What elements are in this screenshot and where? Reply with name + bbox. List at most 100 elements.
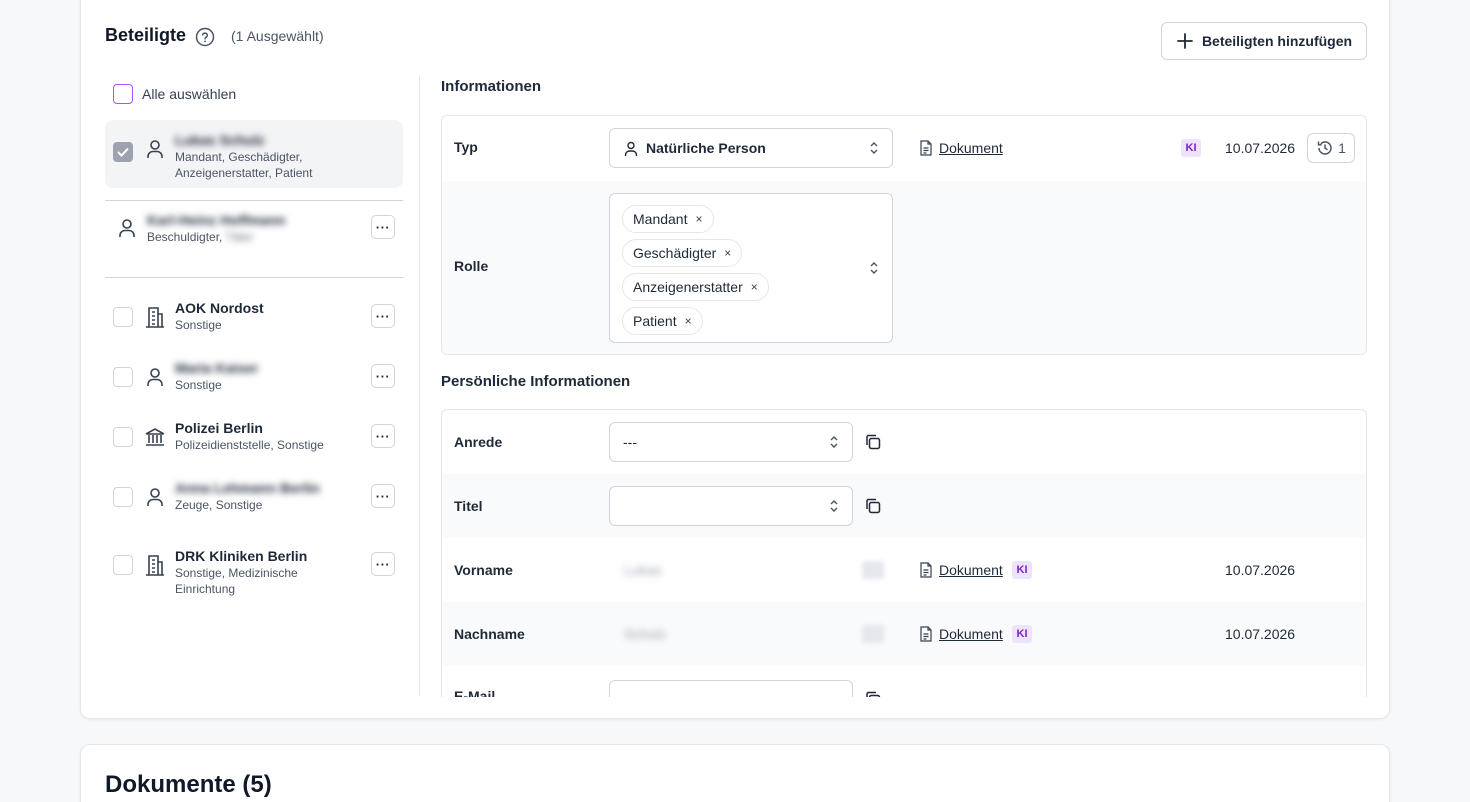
remove-chip-icon[interactable]: × (695, 212, 702, 226)
party-roles-blurred: Täter (225, 230, 254, 244)
nachname-value[interactable]: Schulz (624, 626, 666, 642)
list-divider (105, 277, 403, 278)
nachname-label: Nachname (454, 626, 525, 642)
rolle-multiselect[interactable]: Mandant × Geschädigter × Anzeigenerstatter… (609, 193, 893, 343)
party-item[interactable]: Anna Lehmann Berlin Zeuge, Sonstige ··· (105, 473, 403, 521)
role-chip-geschaedigter: Geschädigter × (622, 239, 743, 267)
history-count: 1 (1338, 140, 1346, 156)
titel-row: Titel (442, 474, 1366, 538)
person-icon (147, 488, 163, 506)
titel-label: Titel (454, 498, 483, 514)
party-checkbox[interactable] (113, 307, 133, 327)
vorname-value[interactable]: Lukas (624, 562, 661, 578)
add-participant-label: Beteiligten hinzufügen (1201, 33, 1353, 49)
vorname-date: 10.07.2026 (1225, 562, 1296, 578)
party-checkbox[interactable] (113, 487, 133, 507)
party-roles: Sonstige (175, 378, 222, 392)
ki-badge: KI (1181, 139, 1201, 157)
party-name: DRK Kliniken Berlin (175, 548, 308, 564)
nachname-date: 10.07.2026 (1225, 626, 1296, 642)
anrede-value: --- (623, 434, 637, 450)
vorname-row: Vorname Lukas Dokument KI 10.07.2026 (442, 538, 1366, 602)
document-icon (920, 562, 932, 578)
role-chip-patient: Patient × (622, 307, 703, 335)
role-chip-mandant: Mandant × (622, 205, 714, 233)
party-checkbox[interactable] (113, 367, 133, 387)
typ-label: Typ (454, 139, 478, 155)
anrede-label: Anrede (454, 434, 503, 450)
building-icon (146, 555, 164, 576)
person-icon (147, 140, 163, 158)
more-options-button[interactable]: ··· (371, 215, 395, 239)
party-item[interactable]: DRK Kliniken Berlin Sonstige, Medizinisc… (105, 533, 403, 596)
more-options-button[interactable]: ··· (371, 484, 395, 508)
document-icon (920, 626, 932, 642)
party-checkbox[interactable] (113, 427, 133, 447)
party-roles-2: Anzeigenerstatter, Patient (175, 166, 313, 180)
document-link[interactable]: Dokument (919, 562, 1003, 578)
building-icon (146, 307, 164, 328)
more-options-button[interactable]: ··· (371, 424, 395, 448)
party-name: Karl-Heinz Hoffmann (147, 212, 286, 228)
document-link[interactable]: Dokument (919, 626, 1003, 642)
typ-value: Natürliche Person (646, 140, 766, 156)
more-options-button[interactable]: ··· (371, 364, 395, 388)
typ-date: 10.07.2026 (1225, 140, 1296, 156)
chevron-updown-icon (830, 436, 838, 448)
history-icon (1317, 141, 1332, 155)
participants-card: Beteiligte (1 Ausgewählt) Beteiligten hi… (80, 0, 1390, 719)
chevron-updown-icon (870, 262, 878, 274)
party-item[interactable]: Maria Kaiser Sonstige ··· (105, 353, 403, 401)
party-roles: Beschuldigter, (147, 230, 223, 244)
help-circle-icon[interactable] (195, 27, 215, 47)
titel-select[interactable] (609, 486, 853, 526)
party-item[interactable]: Karl-Heinz Hoffmann Beschuldigter, Täter… (105, 211, 403, 259)
copy-icon[interactable] (864, 497, 882, 515)
anrede-select[interactable]: --- (609, 422, 853, 462)
nachname-row: Nachname Schulz Dokument KI 10.07.2026 (442, 602, 1366, 666)
typ-select[interactable]: Natürliche Person (609, 128, 893, 168)
rolle-label: Rolle (454, 258, 489, 274)
document-link-label: Dokument (939, 626, 1003, 642)
institution-icon (145, 428, 165, 446)
document-link[interactable]: Dokument (919, 140, 1003, 156)
party-item[interactable]: Lukas Schulz Mandant, Geschädigter, Anze… (105, 120, 403, 188)
remove-chip-icon[interactable]: × (751, 280, 758, 294)
party-roles-2: Einrichtung (175, 582, 236, 596)
copy-icon[interactable] (864, 690, 882, 697)
party-item[interactable]: Polizei Berlin Polizeidienststelle, Sons… (105, 413, 403, 461)
add-participant-button[interactable]: Beteiligten hinzufügen (1161, 22, 1367, 60)
history-button[interactable]: 1 (1307, 133, 1355, 163)
section-title: Beteiligte (105, 25, 187, 45)
remove-chip-icon[interactable]: × (724, 246, 731, 260)
select-all[interactable]: Alle auswählen (113, 84, 236, 104)
person-icon (147, 368, 163, 386)
party-roles: Sonstige, Medizinische (175, 566, 298, 580)
copy-icon[interactable] (862, 625, 884, 643)
party-roles: Zeuge, Sonstige (175, 498, 263, 512)
party-roles: Sonstige (175, 318, 222, 332)
party-name: AOK Nordost (175, 300, 264, 316)
party-name: Lukas Schulz (175, 132, 265, 148)
document-link-label: Dokument (939, 562, 1003, 578)
party-checkbox[interactable] (113, 142, 133, 162)
documents-title: Dokumente (5) (105, 771, 272, 798)
person-icon (624, 141, 638, 156)
more-options-button[interactable]: ··· (371, 304, 395, 328)
party-checkbox[interactable] (113, 555, 133, 575)
select-all-checkbox[interactable] (113, 84, 133, 104)
typ-row: Typ Natürliche Person Dokument KI 10.07.… (442, 116, 1366, 181)
anrede-row: Anrede --- (442, 410, 1366, 474)
document-icon (920, 140, 932, 156)
email-input[interactable] (609, 680, 853, 697)
documents-card: Dokumente (5) (80, 744, 1390, 802)
plus-icon (1177, 33, 1193, 49)
copy-icon[interactable] (864, 433, 882, 451)
party-item[interactable]: AOK Nordost Sonstige ··· (105, 293, 403, 341)
list-divider (105, 200, 403, 201)
more-options-button[interactable]: ··· (371, 552, 395, 576)
copy-icon[interactable] (862, 561, 884, 579)
party-name: Maria Kaiser (175, 360, 259, 376)
vorname-label: Vorname (454, 562, 513, 578)
remove-chip-icon[interactable]: × (685, 314, 692, 328)
